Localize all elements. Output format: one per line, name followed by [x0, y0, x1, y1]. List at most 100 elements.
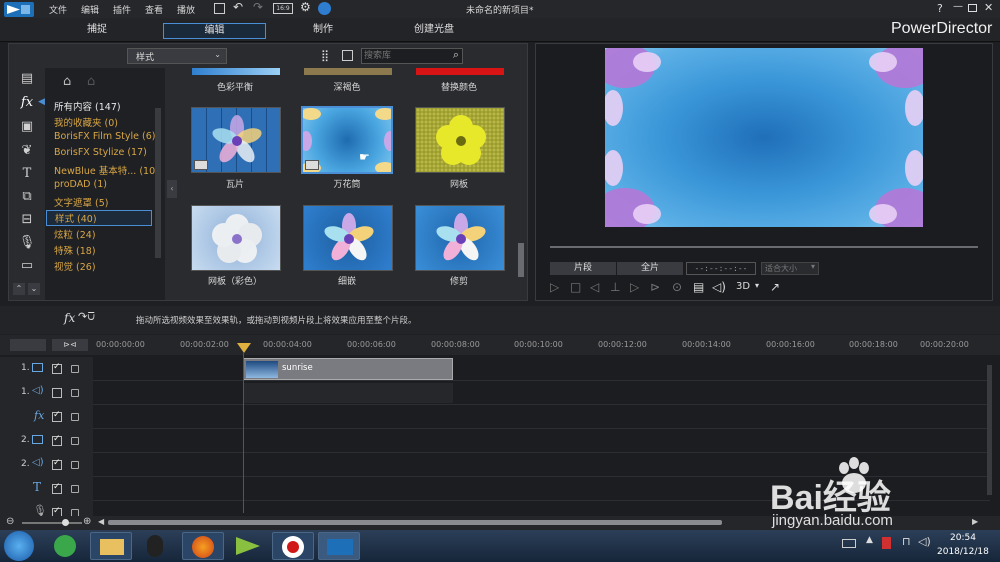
- play-icon[interactable]: ▷: [550, 280, 559, 294]
- grid-view-icon[interactable]: ⣿: [321, 49, 329, 62]
- remove-effect-icon[interactable]: ⌂: [87, 74, 103, 90]
- filter-dropdown[interactable]: 样式 ⌄: [127, 48, 227, 64]
- category-item[interactable]: 视觉 (26): [54, 259, 96, 273]
- zoom-slider-handle[interactable]: [62, 519, 69, 526]
- volume-icon[interactable]: ◁): [712, 280, 726, 294]
- undock-icon[interactable]: ↗: [770, 280, 780, 294]
- file-explorer-icon[interactable]: [90, 532, 132, 560]
- voiceover-room-icon[interactable]: 🎙: [18, 234, 36, 252]
- snapshot-icon[interactable]: ⊙: [672, 280, 682, 294]
- network-tray-icon[interactable]: ⊓: [902, 535, 911, 548]
- track-manager-icon[interactable]: [10, 339, 46, 351]
- add-effect-icon[interactable]: ⌂: [63, 74, 79, 90]
- track-enable-checkbox[interactable]: [52, 362, 62, 374]
- audio-clip-gap[interactable]: [243, 383, 453, 403]
- tab-edit[interactable]: 编辑: [163, 23, 266, 39]
- effect-thumb-fine-grain[interactable]: [303, 205, 393, 271]
- collapse-panel-icon[interactable]: ‹: [167, 180, 177, 198]
- zoom-in-icon[interactable]: ⊕: [83, 516, 91, 527]
- zoom-slider[interactable]: [22, 522, 82, 524]
- security-tray-icon[interactable]: [882, 537, 891, 549]
- lock-icon[interactable]: [71, 437, 79, 445]
- fit-timeline-icon[interactable]: ⊳⊲: [52, 339, 88, 351]
- stop-icon[interactable]: □: [570, 280, 581, 294]
- volume-tray-icon[interactable]: ◁): [918, 535, 931, 548]
- title-room-icon[interactable]: T: [18, 165, 36, 183]
- tab-create-disc[interactable]: 创建光盘: [384, 23, 484, 39]
- particle-room-icon[interactable]: ❦: [18, 142, 36, 160]
- category-item[interactable]: 炫粒 (24): [54, 227, 96, 241]
- effect-thumb-trim[interactable]: [415, 205, 505, 271]
- timecode-display[interactable]: --:--:--:--: [686, 262, 756, 275]
- previous-frame-icon[interactable]: ◁: [590, 280, 599, 294]
- track-enable-checkbox[interactable]: [52, 410, 62, 422]
- timeline-horizontal-scrollbar[interactable]: [108, 520, 722, 525]
- category-item[interactable]: NewBlue 基本特... (10): [54, 163, 159, 177]
- category-item-selected[interactable]: 样式 (40): [46, 210, 152, 226]
- video-clip[interactable]: sunrise: [243, 358, 453, 380]
- minimize-icon[interactable]: —: [953, 1, 963, 12]
- lock-icon[interactable]: [71, 485, 79, 493]
- save-icon[interactable]: [214, 3, 225, 14]
- restore-icon[interactable]: [968, 4, 977, 12]
- track-enable-checkbox[interactable]: [52, 458, 62, 470]
- firefox-icon[interactable]: [182, 532, 224, 560]
- qq-icon[interactable]: [136, 532, 176, 560]
- tab-produce[interactable]: 制作: [273, 23, 373, 39]
- undo-icon[interactable]: ↶: [233, 0, 243, 14]
- tab-capture[interactable]: 捕捉: [47, 23, 147, 39]
- media-room-icon[interactable]: ▤: [18, 70, 36, 88]
- playhead-line[interactable]: [243, 353, 244, 513]
- redo-icon[interactable]: ↷: [253, 0, 263, 14]
- scroll-left-icon[interactable]: ◀: [98, 517, 104, 526]
- search-box[interactable]: ⌕: [361, 48, 463, 64]
- next-frame-icon[interactable]: ▷: [630, 280, 639, 294]
- lock-icon[interactable]: [71, 365, 79, 373]
- close-icon[interactable]: ✕: [984, 1, 993, 14]
- clip-mode-button[interactable]: 片段: [550, 262, 616, 275]
- movie-mode-button[interactable]: 全片: [617, 262, 683, 275]
- menu-file[interactable]: 文件: [49, 3, 67, 16]
- lock-icon[interactable]: [71, 461, 79, 469]
- effect-grid-scrollbar[interactable]: [518, 243, 524, 277]
- effect-thumb-sepia[interactable]: [304, 68, 392, 75]
- effect-thumb-halftone-color[interactable]: [191, 205, 281, 271]
- rail-scroll-up-icon[interactable]: ⌃: [13, 283, 25, 295]
- category-item[interactable]: BorisFX Film Style (6): [54, 131, 155, 142]
- chapter-room-icon[interactable]: ▭: [18, 257, 36, 275]
- clock-time[interactable]: 20:54: [950, 533, 976, 543]
- track-enable-checkbox[interactable]: [52, 388, 62, 398]
- fx-room-icon[interactable]: fx: [18, 94, 36, 112]
- category-item[interactable]: 文字遮罩 (5): [54, 195, 108, 209]
- effect-thumb-tile[interactable]: [191, 107, 281, 173]
- pip-room-icon[interactable]: ▣: [18, 118, 36, 136]
- preview-progress-bar[interactable]: [550, 246, 978, 248]
- zoom-out-icon[interactable]: ⊖: [6, 516, 14, 527]
- split-icon[interactable]: ⊥: [610, 280, 620, 294]
- fast-forward-icon[interactable]: ⊳: [650, 280, 660, 294]
- lock-icon[interactable]: [71, 389, 79, 397]
- track-enable-checkbox[interactable]: [52, 434, 62, 446]
- effect-timing-icon[interactable]: ↷⩂: [78, 310, 95, 324]
- chevron-down-icon[interactable]: ▾: [755, 281, 759, 290]
- audio-mixing-room-icon[interactable]: ⊟: [18, 211, 36, 229]
- settings-gear-icon[interactable]: ⚙: [300, 0, 311, 14]
- category-item[interactable]: 特殊 (18): [54, 243, 96, 257]
- screen-recorder-icon[interactable]: [272, 532, 314, 560]
- effect-thumb-halftone[interactable]: [415, 107, 505, 173]
- category-item[interactable]: BorisFX Stylize (17): [54, 147, 147, 158]
- lock-icon[interactable]: [71, 413, 79, 421]
- effect-thumb-replace-color[interactable]: [416, 68, 504, 75]
- category-item[interactable]: 所有内容 (147): [54, 99, 121, 113]
- 3d-mode-button[interactable]: 3D: [736, 281, 750, 292]
- menu-plugins[interactable]: 插件: [113, 3, 131, 16]
- category-item[interactable]: 我的收藏夹 (0): [54, 115, 118, 129]
- menu-edit[interactable]: 编辑: [81, 3, 99, 16]
- transition-room-icon[interactable]: ⧉: [18, 188, 36, 206]
- expand-icon[interactable]: [342, 50, 353, 61]
- menu-play[interactable]: 播放: [177, 3, 195, 16]
- keyboard-tray-icon[interactable]: [842, 539, 856, 548]
- track-enable-checkbox[interactable]: [52, 482, 62, 494]
- search-input[interactable]: [364, 50, 442, 62]
- category-item[interactable]: proDAD (1): [54, 179, 107, 190]
